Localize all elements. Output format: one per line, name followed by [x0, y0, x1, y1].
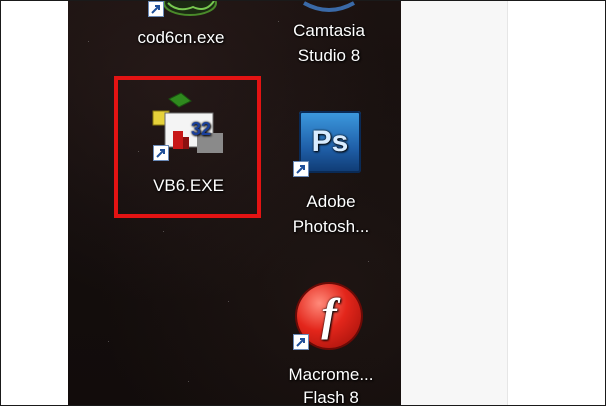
- icon-label-line2: Photosh...: [292, 217, 370, 236]
- shortcut-arrow-icon: [148, 1, 164, 17]
- star-speck: [163, 231, 164, 232]
- camtasia-icon: [303, 1, 355, 12]
- star-speck: [228, 301, 229, 302]
- desktop-icon-camtasia[interactable]: Camtasia Studio 8: [269, 1, 389, 71]
- desktop-icon-cod6cn[interactable]: cod6cn.exe: [126, 1, 236, 51]
- desktop-icon-photoshop[interactable]: Ps Adobe Photosh...: [271, 109, 391, 244]
- selection-highlight: [114, 76, 261, 218]
- icon-label-line2: Flash 8: [303, 388, 359, 406]
- desktop-icon-flash[interactable]: f Macrome... Flash 8: [269, 284, 393, 406]
- icon-label: cod6cn.exe: [137, 28, 225, 47]
- left-margin: [1, 1, 68, 405]
- star-speck: [188, 381, 189, 382]
- right-margin: [508, 1, 605, 405]
- icon-label-line1: Camtasia: [293, 21, 365, 40]
- star-speck: [368, 261, 369, 262]
- icon-label-line2: Studio 8: [297, 46, 361, 65]
- icon-label-line1: Macrome...: [288, 365, 374, 384]
- star-speck: [108, 341, 109, 342]
- shortcut-arrow-icon: [293, 161, 309, 177]
- icon-label-line1: Adobe: [306, 192, 356, 211]
- shortcut-arrow-icon: [293, 334, 309, 350]
- adjacent-panel: [401, 1, 508, 405]
- star-speck: [88, 41, 89, 42]
- screenshot-frame: cod6cn.exe Camtasia Studio 8 32 VB6.EXE …: [0, 0, 606, 406]
